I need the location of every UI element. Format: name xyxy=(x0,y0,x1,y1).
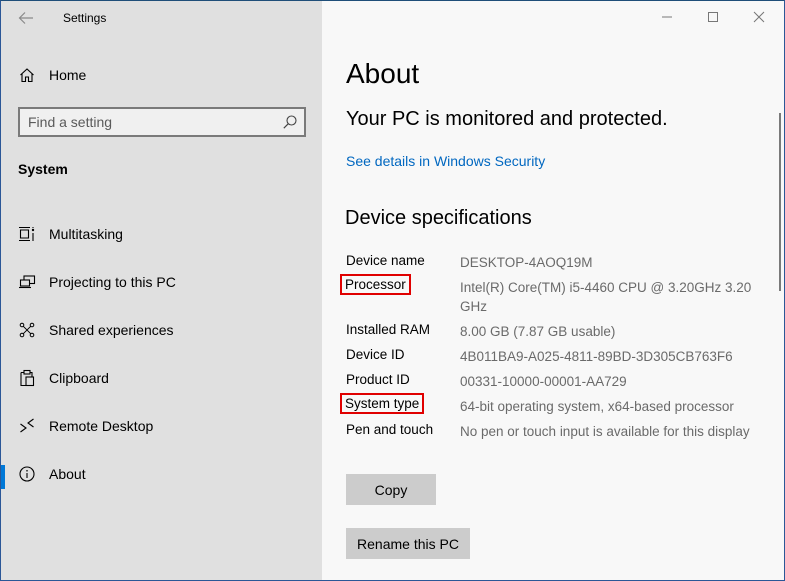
section-title: System xyxy=(18,161,68,177)
spec-value: DESKTOP-4AOQ19M xyxy=(460,255,593,270)
multitasking-icon xyxy=(17,224,37,244)
spec-label-highlighted: Processor xyxy=(340,274,411,295)
sidebar-item-label: Shared experiences xyxy=(49,322,174,338)
remote-desktop-icon xyxy=(17,416,37,436)
projecting-icon xyxy=(17,272,37,292)
spec-label: Device ID xyxy=(346,347,405,362)
minimize-button[interactable] xyxy=(644,1,690,33)
clipboard-icon xyxy=(17,368,37,388)
spec-label: Device name xyxy=(346,253,425,268)
windows-security-link[interactable]: See details in Windows Security xyxy=(346,153,545,169)
close-icon xyxy=(753,11,765,23)
sidebar-item-remote-desktop[interactable]: Remote Desktop xyxy=(1,406,322,446)
sidebar-item-multitasking[interactable]: Multitasking xyxy=(1,214,322,254)
spec-label: Product ID xyxy=(346,372,410,387)
sidebar-item-label: About xyxy=(49,466,86,482)
search-box[interactable] xyxy=(18,107,306,137)
shared-experiences-icon xyxy=(17,320,37,340)
rename-pc-button[interactable]: Rename this PC xyxy=(346,528,470,559)
spec-label: Pen and touch xyxy=(346,422,434,437)
security-status: Your PC is monitored and protected. xyxy=(346,108,668,130)
minimize-icon xyxy=(662,16,672,18)
info-icon xyxy=(17,464,37,484)
spec-value: 64-bit operating system, x64-based proce… xyxy=(460,399,734,414)
spec-value: No pen or touch input is available for t… xyxy=(460,424,750,439)
spec-label-highlighted: System type xyxy=(339,393,425,414)
sidebar-item-label: Clipboard xyxy=(49,370,109,386)
sidebar-item-label: Remote Desktop xyxy=(49,418,154,434)
back-button[interactable] xyxy=(13,7,39,29)
settings-window: Settings Home System xyxy=(0,0,785,581)
sidebar-item-shared-experiences[interactable]: Shared experiences xyxy=(1,310,322,350)
sidebar: Settings Home System xyxy=(1,1,322,580)
spec-value: 8.00 GB (7.87 GB usable) xyxy=(460,324,616,339)
sidebar-item-label: Home xyxy=(49,67,87,83)
search-input[interactable] xyxy=(28,113,278,131)
device-specifications-heading: Device specifications xyxy=(345,207,532,229)
sidebar-item-clipboard[interactable]: Clipboard xyxy=(1,358,322,398)
spec-label: Installed RAM xyxy=(346,322,431,337)
home-icon xyxy=(17,65,37,85)
sidebar-item-projecting[interactable]: Projecting to this PC xyxy=(1,262,322,302)
app-title: Settings xyxy=(63,11,107,25)
spec-value: 4B011BA9-A025-4811-89BD-3D305CB763F6 xyxy=(460,349,733,364)
page-title: About xyxy=(346,58,420,89)
sidebar-item-label: Projecting to this PC xyxy=(49,274,176,290)
maximize-icon xyxy=(708,12,718,22)
spec-value: Intel(R) Core(TM) i5-4460 CPU @ 3.20GHz … xyxy=(460,280,752,314)
search-icon[interactable] xyxy=(282,114,298,130)
copy-button[interactable]: Copy xyxy=(346,474,436,505)
back-arrow-icon xyxy=(18,12,33,24)
sidebar-item-home[interactable]: Home xyxy=(1,55,322,95)
sidebar-item-label: Multitasking xyxy=(49,226,123,242)
main-content: About Your PC is monitored and protected… xyxy=(322,1,784,580)
close-button[interactable] xyxy=(736,1,782,33)
sidebar-item-about[interactable]: About xyxy=(1,454,322,494)
maximize-button[interactable] xyxy=(690,1,736,33)
spec-value: 00331-10000-00001-AA729 xyxy=(460,374,627,389)
scrollbar[interactable] xyxy=(779,113,781,291)
